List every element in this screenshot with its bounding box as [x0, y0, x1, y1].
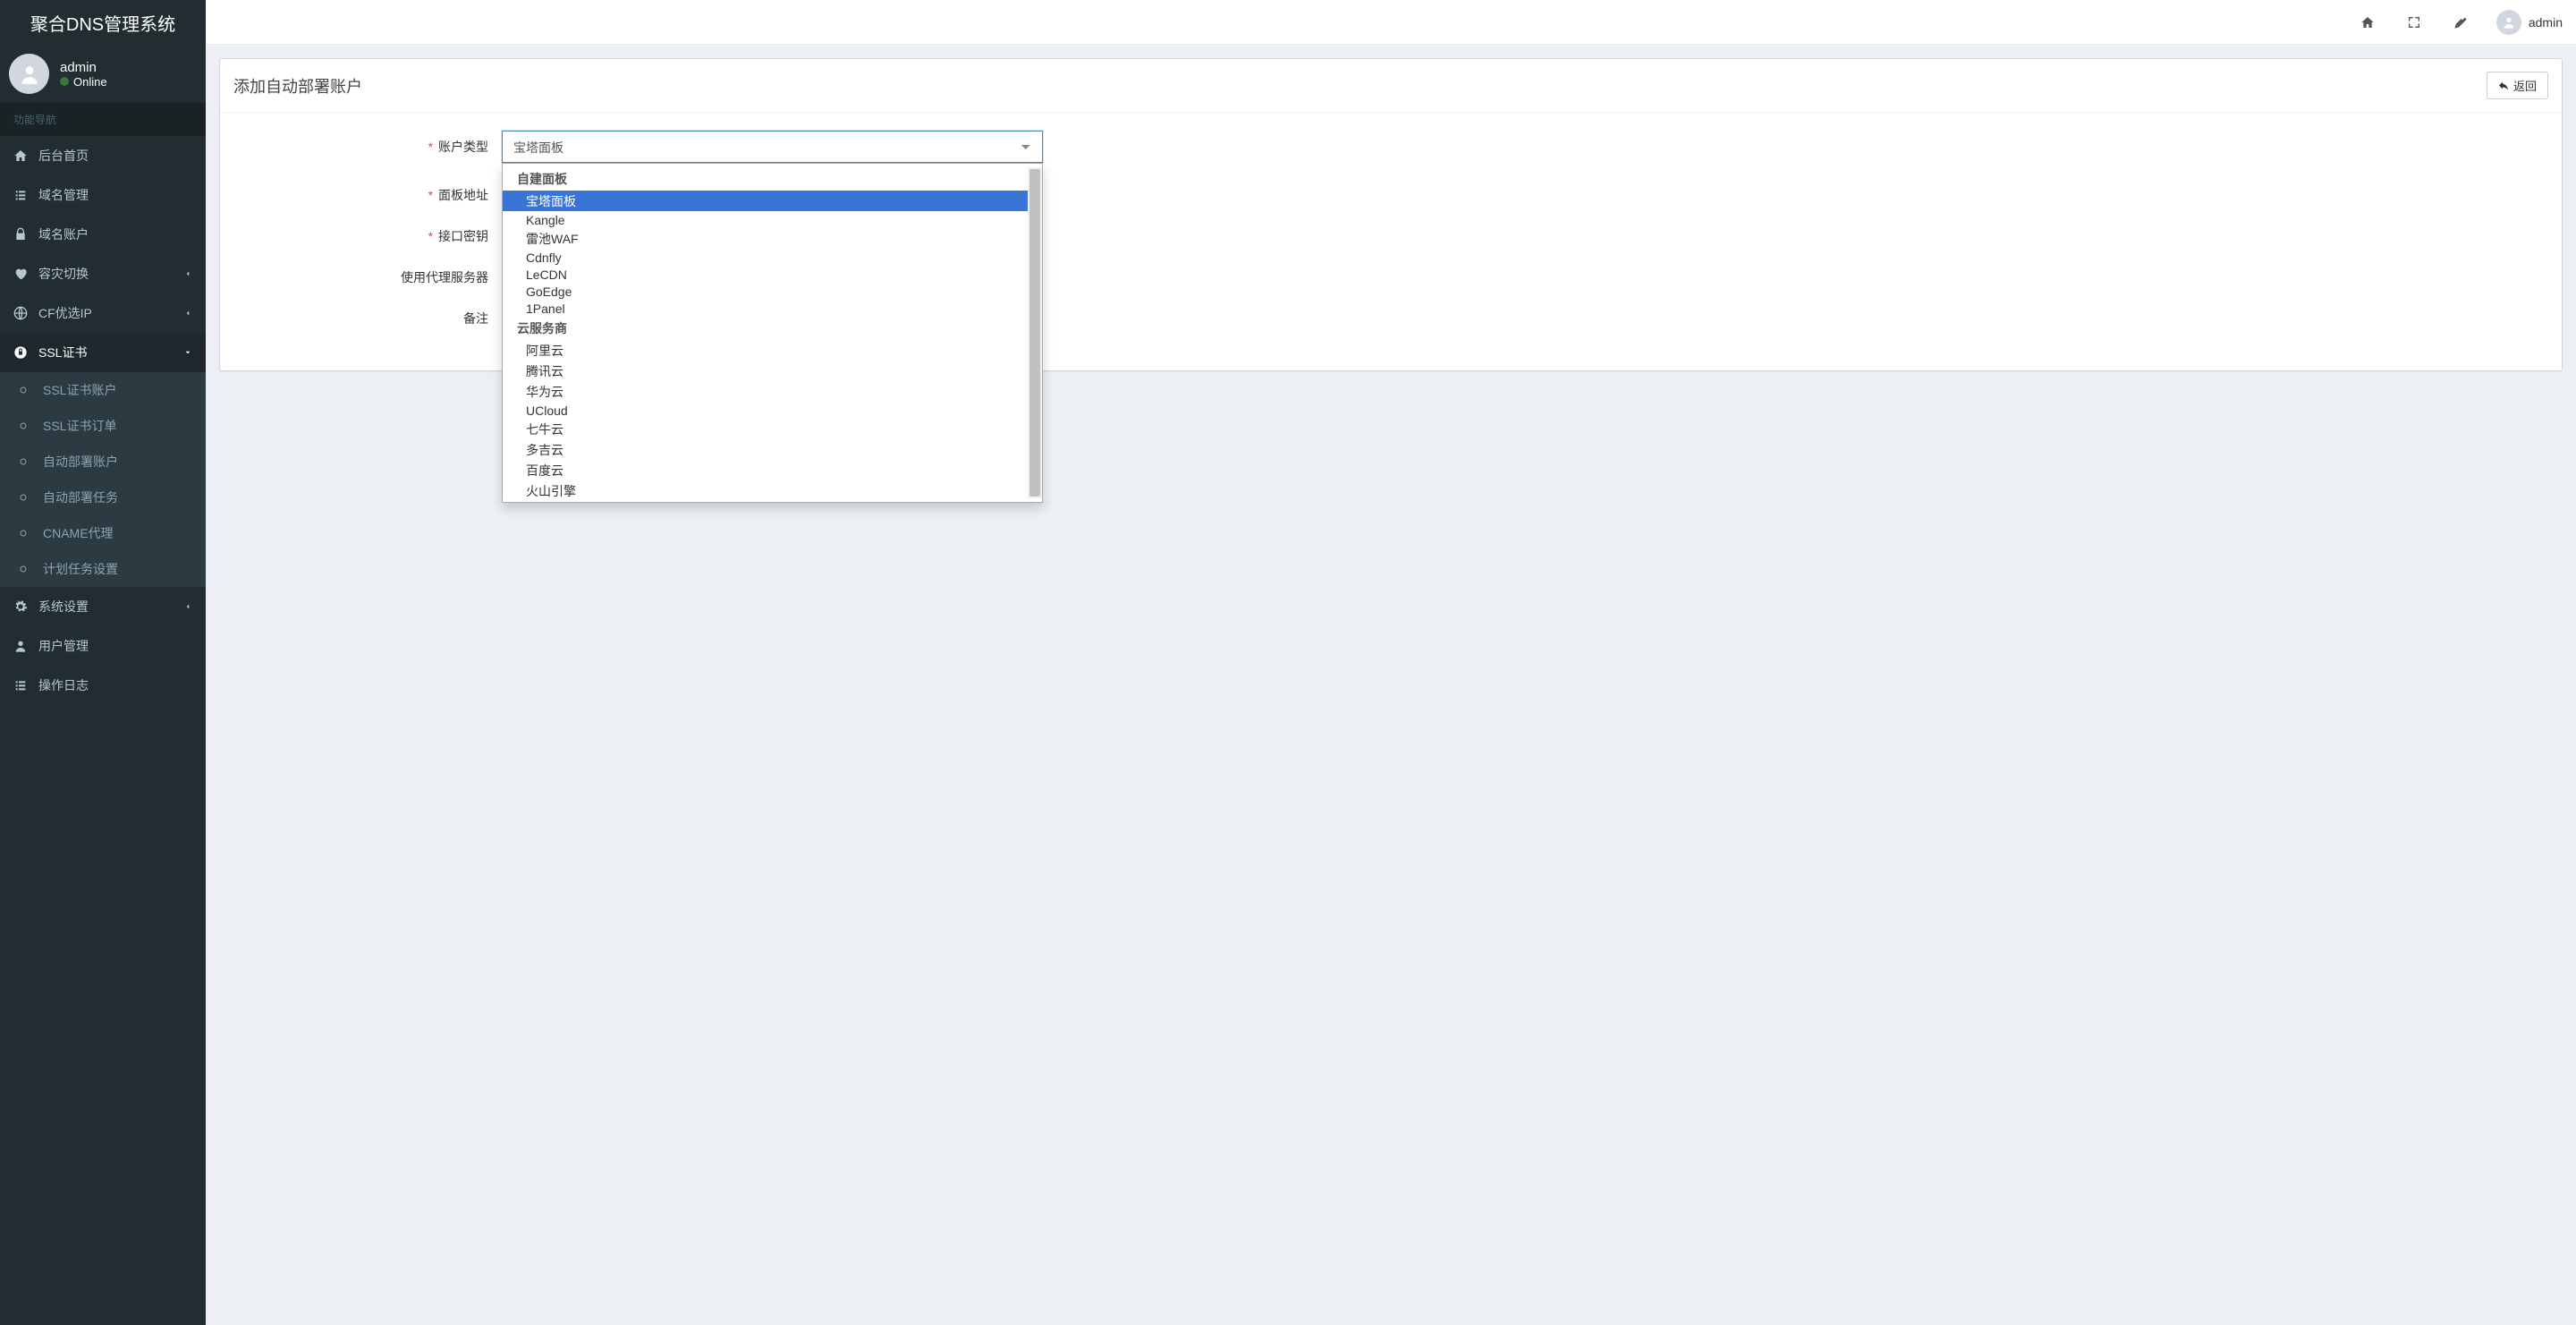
dropdown-option[interactable]: UCloud	[503, 402, 1028, 419]
nav-user-label: admin	[2529, 15, 2563, 30]
label-panel-url: * 面板地址	[233, 179, 502, 204]
sidebar-item-label: 域名账户	[38, 225, 89, 243]
dropdown-option[interactable]: 火山引擎	[503, 480, 1028, 498]
home-icon[interactable]	[2348, 6, 2387, 38]
circle-icon	[18, 528, 36, 539]
dropdown-option[interactable]: LeCDN	[503, 266, 1028, 283]
sidebar-item-logs[interactable]: 操作日志	[0, 666, 206, 705]
shield-lock-icon	[13, 345, 31, 360]
dropdown-option[interactable]: 腾讯云	[503, 361, 1028, 381]
sidebar-item-label: 操作日志	[38, 676, 89, 694]
sidebar-item-label: CNAME代理	[43, 524, 114, 542]
sidebar-item-failover[interactable]: 容灾切换	[0, 254, 206, 293]
sidebar-item-label: 域名管理	[38, 186, 89, 204]
list-icon	[13, 678, 31, 692]
dropdown-option[interactable]: GoEdge	[503, 283, 1028, 300]
sidebar-item-cf-ip[interactable]: CF优选IP	[0, 293, 206, 333]
lock-icon	[13, 227, 31, 242]
chevron-left-icon	[183, 306, 192, 320]
status-dot-icon	[60, 77, 69, 86]
dropdown-option[interactable]: Kangle	[503, 211, 1028, 228]
ssl-submenu: SSL证书账户 SSL证书订单 自动部署账户 自动部署任务 CNAME代理 计划…	[0, 372, 206, 587]
circle-icon	[18, 420, 36, 431]
sidebar-item-label: 后台首页	[38, 147, 89, 165]
back-button[interactable]: 返回	[2487, 72, 2548, 99]
circle-icon	[18, 492, 36, 503]
home-icon	[13, 149, 31, 163]
account-type-select[interactable]: 宝塔面板	[502, 131, 1043, 163]
sidebar-item-label: SSL证书账户	[43, 381, 116, 399]
chevron-left-icon	[183, 267, 192, 281]
sidebar-item-ssl[interactable]: SSL证书	[0, 333, 206, 372]
dropdown-option[interactable]: 百度云	[503, 460, 1028, 480]
account-type-dropdown: 自建面板宝塔面板Kangle雷池WAFCdnflyLeCDNGoEdge1Pan…	[502, 163, 1043, 503]
label-api-key: * 接口密钥	[233, 220, 502, 245]
option-group: 云服务商	[503, 317, 1028, 340]
sidebar-item-label: 计划任务设置	[43, 560, 118, 578]
sidebar-sub-deploy-account[interactable]: 自动部署账户	[0, 444, 206, 480]
scrollbar[interactable]	[1028, 167, 1042, 498]
circle-icon	[18, 456, 36, 467]
globe-icon	[13, 306, 31, 320]
sidebar-item-label: 容灾切换	[38, 265, 89, 283]
sidebar-item-domain-manage[interactable]: 域名管理	[0, 175, 206, 215]
sidebar: admin Online 功能导航 后台首页 域名管理 域名账户	[0, 45, 206, 1325]
user-panel: admin Online	[0, 45, 206, 103]
sidebar-item-label: 自动部署任务	[43, 488, 118, 506]
chevron-down-icon	[183, 345, 192, 360]
dropdown-option[interactable]: 七牛云	[503, 419, 1028, 439]
sidebar-item-label: 系统设置	[38, 598, 89, 616]
user-status: Online	[60, 75, 107, 89]
sidebar-item-users[interactable]: 用户管理	[0, 626, 206, 666]
sidebar-item-label: 用户管理	[38, 637, 89, 655]
dropdown-option[interactable]: 宝塔面板	[503, 191, 1028, 211]
sidebar-sub-cname-proxy[interactable]: CNAME代理	[0, 515, 206, 551]
sidebar-item-domain-account[interactable]: 域名账户	[0, 215, 206, 254]
nav-user[interactable]: admin	[2487, 10, 2563, 35]
sidebar-item-label: 自动部署账户	[43, 453, 118, 471]
page-title: 添加自动部署账户	[233, 74, 362, 98]
user-name: admin	[60, 60, 107, 75]
field-account-type: * 账户类型 宝塔面板 自建面板宝塔面板Kangle雷池WAFCdnflyLeC…	[233, 131, 2548, 163]
label-remark: 备注	[233, 302, 502, 327]
fullscreen-icon[interactable]	[2394, 6, 2434, 38]
sidebar-sub-ssl-account[interactable]: SSL证书账户	[0, 372, 206, 408]
sidebar-sub-ssl-order[interactable]: SSL证书订单	[0, 408, 206, 444]
dropdown-option[interactable]: 华为云	[503, 381, 1028, 402]
list-icon	[13, 188, 31, 202]
sidebar-item-label: SSL证书订单	[43, 417, 116, 435]
gear-icon	[13, 599, 31, 614]
chevron-left-icon	[183, 599, 192, 614]
sidebar-item-dashboard[interactable]: 后台首页	[0, 136, 206, 175]
sidebar-sub-cron[interactable]: 计划任务设置	[0, 551, 206, 587]
avatar-icon	[2496, 10, 2521, 35]
form-box: 添加自动部署账户 返回 * 账户类型 宝塔面板 自建面板宝塔面板Kangle雷池…	[219, 58, 2563, 371]
dropdown-option[interactable]: 多吉云	[503, 439, 1028, 460]
dropdown-option[interactable]: Cdnfly	[503, 249, 1028, 266]
sidebar-sub-deploy-task[interactable]: 自动部署任务	[0, 480, 206, 515]
sidebar-item-settings[interactable]: 系统设置	[0, 587, 206, 626]
circle-icon	[18, 385, 36, 395]
dropdown-option[interactable]: 阿里云	[503, 340, 1028, 361]
content-area: 添加自动部署账户 返回 * 账户类型 宝塔面板 自建面板宝塔面板Kangle雷池…	[206, 45, 2576, 1325]
reply-icon	[2498, 81, 2509, 91]
user-icon	[13, 639, 31, 653]
label-account-type: * 账户类型	[233, 131, 502, 156]
app-logo[interactable]: 聚合DNS管理系统	[0, 0, 206, 45]
tools-icon[interactable]	[2441, 6, 2480, 38]
sidebar-item-label: CF优选IP	[38, 304, 92, 322]
option-group: 自建面板	[503, 167, 1028, 191]
nav-section-header: 功能导航	[0, 103, 206, 136]
avatar-icon	[9, 54, 49, 94]
heartbeat-icon	[13, 267, 31, 281]
dropdown-option[interactable]: 雷池WAF	[503, 228, 1028, 249]
sidebar-toggle[interactable]	[219, 7, 233, 38]
dropdown-option[interactable]: 1Panel	[503, 300, 1028, 317]
sidebar-item-label: SSL证书	[38, 344, 87, 361]
circle-icon	[18, 564, 36, 574]
label-use-proxy: 使用代理服务器	[233, 261, 502, 286]
